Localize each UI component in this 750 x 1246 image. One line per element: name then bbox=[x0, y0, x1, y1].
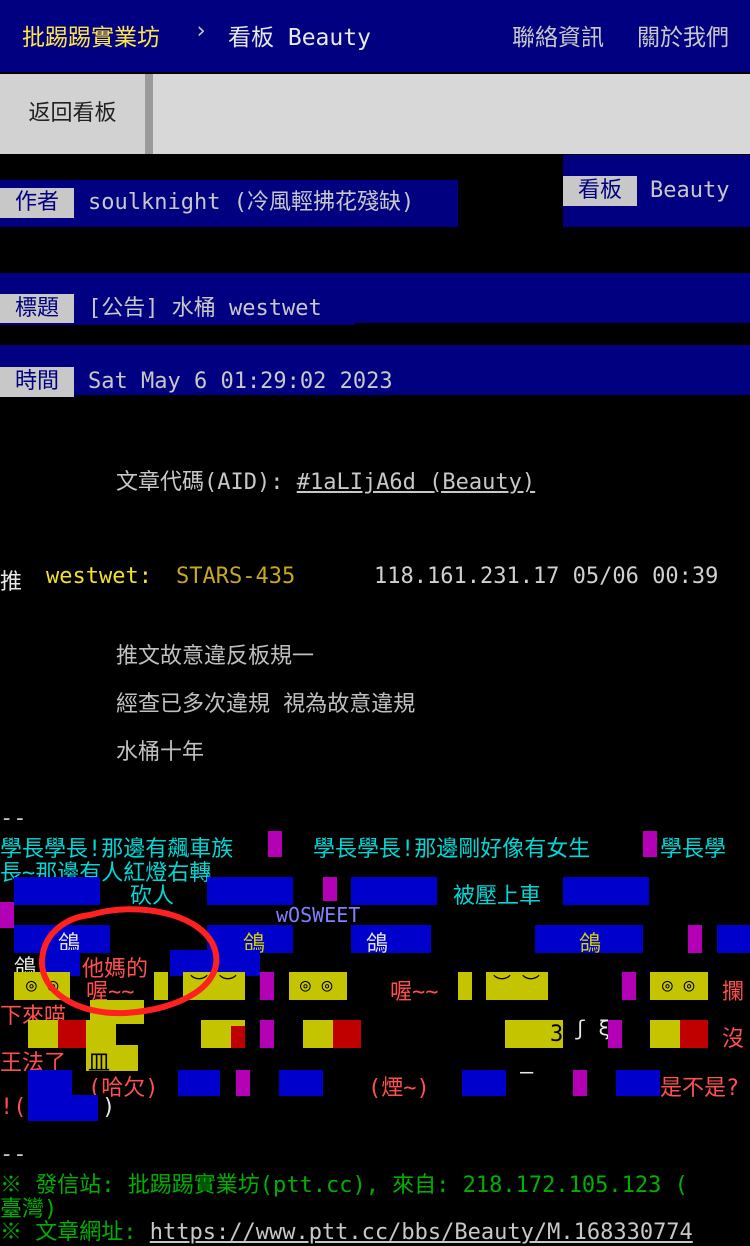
sig-ge: 鴿 bbox=[579, 932, 602, 957]
sig-block bbox=[303, 1020, 333, 1048]
site-name-link[interactable]: 批踢踢實業坊 bbox=[22, 18, 160, 52]
aid-line: 文章代碼(AID): #1aLIjA6d (Beauty) bbox=[116, 464, 535, 496]
meta-board-value: Beauty bbox=[650, 178, 730, 203]
sig-block bbox=[333, 1020, 361, 1048]
sig-mei: 沒 bbox=[722, 1027, 745, 1052]
sig-block bbox=[28, 1070, 72, 1096]
sig-line1-b: 學長學長!那邊剛好像有女生 bbox=[313, 837, 591, 862]
sig-line1-c: 學長學 bbox=[660, 837, 727, 862]
board-breadcrumb-label: 看板 bbox=[228, 25, 274, 51]
sig-block bbox=[351, 925, 431, 953]
push-content: STARS-435 bbox=[176, 564, 296, 589]
title-row-underline bbox=[0, 323, 355, 325]
sig-xi: ʃ ξ bbox=[574, 1016, 611, 1040]
sig-block bbox=[260, 1020, 274, 1048]
meta-board-row: 看板 Beauty bbox=[563, 155, 750, 227]
footer-station: ※ 發信站: 批踢踢實業坊(ptt.cc), 來自: 218.172.105.1… bbox=[0, 1173, 688, 1198]
sig-block bbox=[351, 877, 437, 905]
sig-wo: 喔~~ bbox=[390, 980, 439, 1005]
sig-close: ) bbox=[102, 1095, 116, 1120]
sig-block bbox=[28, 1095, 98, 1121]
footer-url-line: ※ 文章網址: https://www.ptt.cc/bbs/Beauty/M.… bbox=[0, 1214, 693, 1246]
meta-title-row: 標題 [公告] 水桶 westwet bbox=[0, 273, 750, 324]
footer-divider: -- bbox=[0, 1142, 27, 1167]
push-colon: : bbox=[138, 564, 152, 589]
sig-block bbox=[608, 1020, 622, 1048]
sig-block bbox=[0, 902, 14, 928]
sig-bang: !( bbox=[0, 1095, 27, 1120]
subnav-divider bbox=[145, 74, 153, 154]
sig-block bbox=[573, 1070, 587, 1096]
sig-block bbox=[178, 1070, 220, 1096]
sig-ge: 鴿 bbox=[366, 932, 389, 957]
body-line-1: 推文故意違反板規一 bbox=[116, 644, 315, 669]
footer-url-link[interactable]: https://www.ptt.cc/bbs/Beauty/M.16833077… bbox=[150, 1220, 693, 1245]
push-tag: 推 bbox=[0, 570, 23, 595]
sig-haqian: (哈欠) bbox=[88, 1076, 159, 1101]
meta-time-value: Sat May 6 01:29:02 2023 bbox=[88, 369, 393, 394]
sig-eyes: ◎ ◎ bbox=[662, 975, 695, 996]
meta-title-tag: 標題 bbox=[0, 294, 74, 324]
contact-link[interactable]: 聯絡資訊 bbox=[512, 18, 604, 52]
back-to-board-button[interactable]: 返回看板 bbox=[0, 74, 145, 154]
sig-block bbox=[231, 1026, 245, 1048]
sig-yan: (煙~) bbox=[368, 1076, 430, 1101]
sig-eyes: ◎ ◎ bbox=[300, 975, 333, 996]
sig-block bbox=[688, 925, 702, 953]
meta-author-tag: 作者 bbox=[0, 188, 74, 218]
board-breadcrumb[interactable]: 看板 Beauty bbox=[228, 18, 371, 52]
board-breadcrumb-name: Beauty bbox=[287, 25, 371, 51]
meta-author-row: 作者 soulknight (冷風輕拂花殘缺) bbox=[0, 180, 458, 227]
body-line-3: 水桶十年 bbox=[116, 740, 205, 765]
meta-time-tag: 時間 bbox=[0, 367, 74, 397]
red-circle-annotation bbox=[38, 906, 220, 1017]
meta-board-tag: 看板 bbox=[563, 176, 637, 206]
sig-block bbox=[462, 1070, 506, 1096]
sig-beiya: 被壓上車 bbox=[453, 884, 542, 909]
sig-block bbox=[622, 972, 636, 1000]
meta-time-row: 時間 Sat May 6 01:29:02 2023 bbox=[0, 345, 750, 397]
sig-block bbox=[268, 831, 282, 857]
meta-title-value: [公告] 水桶 westwet bbox=[88, 296, 322, 321]
sig-block bbox=[563, 877, 649, 905]
push-user-name: westwet bbox=[46, 564, 139, 589]
sig-block bbox=[458, 972, 472, 1000]
sig-block bbox=[680, 1020, 708, 1048]
push-user[interactable]: westwet: bbox=[46, 564, 152, 589]
aid-label: 文章代碼(AID): bbox=[116, 470, 297, 495]
meta-author-value: soulknight (冷風輕拂花殘缺) bbox=[88, 190, 415, 215]
sig-shibushi: 是不是? bbox=[660, 1076, 740, 1101]
sig-block bbox=[650, 1020, 680, 1048]
sig-block bbox=[717, 925, 750, 953]
sig-block bbox=[279, 1070, 323, 1096]
sig-dash: — bbox=[520, 1060, 534, 1085]
body-line-2: 經查已多次違規 視為故意違規 bbox=[116, 692, 416, 717]
sub-navbar: 返回看板 bbox=[0, 74, 750, 154]
footer-url-label: ※ 文章網址: bbox=[0, 1220, 150, 1245]
sig-wosweet: wOSWEET bbox=[276, 903, 361, 927]
aid-link[interactable]: #1aLIjA6d (Beauty) bbox=[297, 470, 535, 495]
sig-block bbox=[260, 972, 274, 1000]
about-link[interactable]: 關於我們 bbox=[637, 18, 729, 52]
sig-block bbox=[616, 1070, 660, 1096]
sig-block bbox=[643, 831, 657, 857]
breadcrumb-separator: › bbox=[194, 18, 208, 44]
sig-brows: ︶ ︶ bbox=[493, 974, 540, 995]
sig-num3: 3 bbox=[550, 1022, 564, 1047]
sig-block bbox=[236, 1070, 250, 1096]
top-navbar: 批踢踢實業坊 › 看板 Beauty 聯絡資訊 關於我們 bbox=[0, 0, 750, 72]
sig-block bbox=[323, 877, 337, 901]
sig-lan: 攔 bbox=[722, 980, 745, 1005]
signature-divider: -- bbox=[0, 806, 27, 831]
push-ipdate: 118.161.231.17 05/06 00:39 bbox=[374, 564, 719, 589]
